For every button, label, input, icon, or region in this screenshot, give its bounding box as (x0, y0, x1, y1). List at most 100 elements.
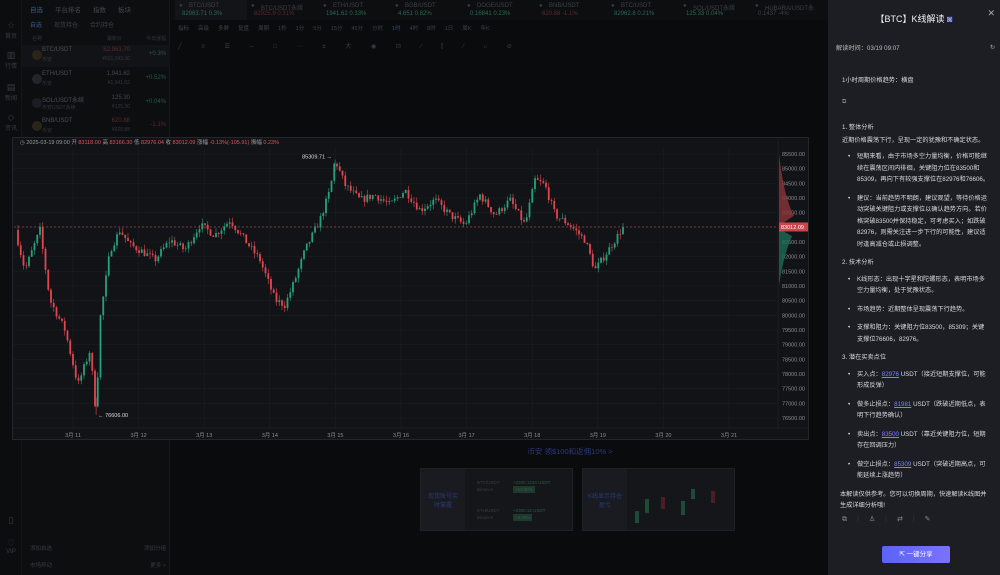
candle (580, 234, 583, 236)
bullet-item: 市场趋势：近期整体呈现震荡下行趋势。 (842, 304, 992, 316)
candle (319, 216, 322, 228)
candle (105, 275, 107, 297)
x-tick-label: 3月 11 (65, 432, 81, 439)
candle (363, 196, 366, 202)
candle (547, 187, 550, 200)
candle (311, 232, 314, 242)
candle (528, 202, 531, 218)
candle (415, 202, 418, 210)
switch-icon[interactable]: ⇄ (897, 514, 903, 526)
promo-card-spot[interactable]: 现货账号实时掌握 BTC/USDT Binance +2300.1234 USDT… (420, 468, 573, 531)
thumbs-up-icon[interactable]: ♙ (869, 514, 875, 526)
candle (303, 250, 305, 259)
candle (294, 278, 297, 283)
candle (429, 204, 432, 207)
candle (347, 185, 349, 187)
robot-icon: ◙ (947, 14, 953, 24)
candle (613, 243, 616, 248)
candle (564, 217, 567, 224)
candle (569, 225, 572, 227)
candle (473, 202, 476, 214)
candle (396, 197, 399, 199)
refresh-icon[interactable]: ↻ (990, 42, 995, 54)
candle (382, 199, 385, 201)
share-button[interactable]: ⇱ 一键分享 (882, 546, 950, 563)
candle (619, 233, 622, 235)
candle (470, 213, 473, 216)
candle (542, 181, 545, 183)
x-tick-label: 3月 15 (327, 432, 343, 439)
candle (80, 375, 83, 381)
promo-link[interactable]: 币安 领$100和返佣10% > (500, 446, 640, 457)
candle (190, 242, 193, 244)
section-heading: 2. 技术分析 (842, 259, 874, 266)
candle (154, 255, 157, 262)
candle (94, 370, 96, 407)
card-title: K线显示持仓盈亏 (583, 469, 627, 530)
share-label: 一键分享 (906, 551, 933, 558)
candle (520, 210, 523, 221)
candle (536, 178, 539, 180)
candle (424, 208, 426, 212)
card-value: +2300.12 USDT (513, 508, 546, 513)
candle (611, 247, 613, 248)
candle (418, 208, 421, 210)
candle (283, 305, 286, 308)
candle (264, 267, 267, 274)
candle (228, 222, 231, 224)
copy-icon[interactable]: ⧉ (842, 514, 847, 526)
y-tick-label: 77500.00 (782, 387, 805, 393)
y-tick-label: 84500.00 (782, 181, 805, 187)
edit-icon[interactable]: ✎ (925, 514, 931, 526)
card-pct: +23.00% (513, 486, 535, 493)
candle (278, 300, 281, 302)
y-tick-label: 76500.00 (782, 416, 805, 422)
candle (55, 307, 58, 317)
candle (267, 273, 270, 279)
candle (583, 235, 586, 243)
candle (217, 233, 220, 234)
candle (594, 266, 597, 269)
candle (77, 377, 80, 381)
candle (85, 361, 88, 365)
card-pct: +8.00% (513, 514, 533, 521)
promo-card-kline[interactable]: K线显示持仓盈亏 (582, 468, 735, 531)
candle (305, 243, 308, 251)
trend-summary: 1小时周期价格趋势：横盘 (842, 77, 914, 84)
candle (242, 233, 245, 235)
candle (63, 320, 66, 331)
candle (509, 197, 512, 201)
candle (41, 226, 44, 249)
candle (74, 365, 77, 378)
candle (352, 190, 355, 192)
card-exchange: Binance (477, 515, 494, 520)
candle (314, 226, 316, 233)
candle (253, 245, 256, 254)
point-link[interactable]: 85309 (894, 461, 911, 468)
candle (151, 253, 154, 256)
section-text: 近期价格震荡下行，呈现一定的犹豫和不确定状态。 (842, 136, 985, 144)
candle (608, 247, 611, 255)
y-tick-label: 82000.00 (782, 255, 805, 261)
point-link[interactable]: 81981 (894, 401, 911, 408)
candle (462, 221, 465, 224)
candle (308, 241, 311, 244)
candle (61, 318, 63, 321)
point-link[interactable]: 82976 (882, 371, 899, 378)
candle (506, 200, 509, 208)
card-exchange: Binance (477, 487, 494, 492)
y-tick-label: 77000.00 (782, 401, 805, 407)
candle (589, 244, 591, 254)
close-icon[interactable]: ✕ (987, 8, 995, 20)
candle (127, 238, 129, 242)
candle (605, 254, 608, 261)
point-link[interactable]: 83500 (882, 431, 899, 438)
bullet-item: 支撑和阻力：关键阻力位83500，85309；关键支撑位76606，82976。 (842, 322, 992, 345)
candle (110, 250, 113, 257)
candle (132, 242, 135, 247)
copy-icon[interactable]: ⧉ (842, 96, 846, 108)
candle (360, 196, 363, 198)
candle (446, 209, 448, 212)
candle (448, 209, 451, 213)
y-tick-label: 81000.00 (782, 284, 805, 290)
